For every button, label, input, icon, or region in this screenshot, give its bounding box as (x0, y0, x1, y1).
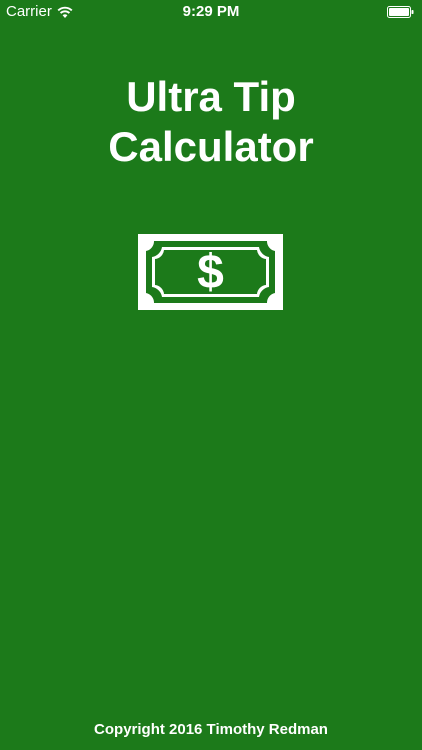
app-title: Ultra Tip Calculator (0, 72, 422, 172)
app-title-line2: Calculator (108, 123, 314, 170)
app-title-line1: Ultra Tip (126, 73, 296, 120)
battery-icon (387, 6, 414, 18)
status-time: 9:29 PM (182, 3, 240, 20)
status-bar: Carrier 9:29 PM (0, 0, 422, 24)
copyright-text: Copyright 2016 Timothy Redman (94, 721, 328, 738)
dollar-sign: $ (197, 246, 224, 299)
dollar-bill-icon: $ (138, 234, 283, 310)
